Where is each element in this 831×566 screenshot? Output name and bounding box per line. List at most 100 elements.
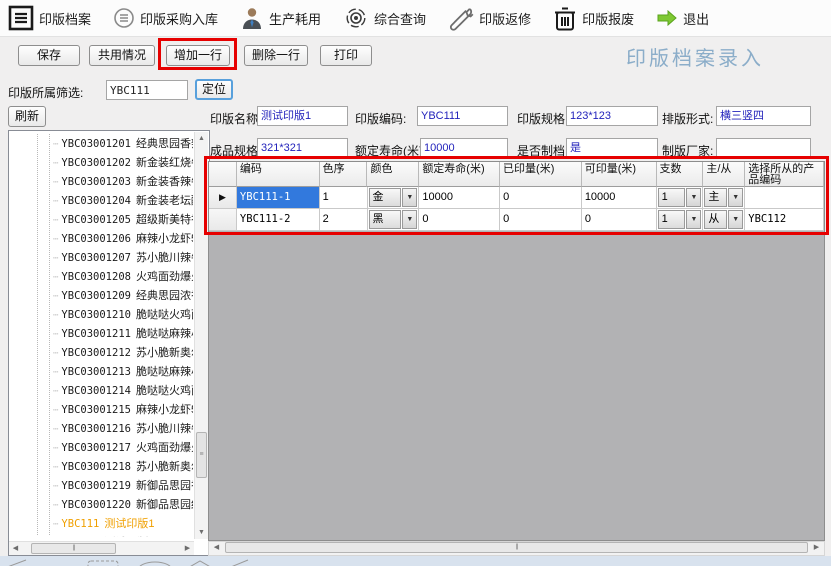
- scroll-left-icon[interactable]: ◀: [210, 541, 223, 554]
- tree-item-YBC03001205[interactable]: ┄YBC03001205超级斯美特香牛: [53, 211, 193, 230]
- cell-count-dropdown[interactable]: 1▼: [657, 209, 704, 231]
- field-label-rated-life: 额定寿命(米): [355, 142, 423, 159]
- tree-item-YBC112[interactable]: ┄YBC112测试印版2: [53, 534, 193, 537]
- dropdown-arrow-icon[interactable]: ▼: [728, 188, 743, 207]
- cell-color-dropdown[interactable]: 黑▼: [368, 209, 420, 231]
- shared-usage-button[interactable]: 共用情况: [89, 45, 155, 66]
- toolbar-item-plate-archive[interactable]: 印版档案: [8, 5, 91, 31]
- tree-item-YBC03001204[interactable]: ┄YBC03001204新金装老坛酸菜面: [53, 192, 193, 211]
- tree-item-YBC03001208[interactable]: ┄YBC03001208火鸡面劲爆火鸡5: [53, 268, 193, 287]
- cell-printed-meters[interactable]: 0: [500, 209, 582, 231]
- grid-column-header[interactable]: 支数: [657, 162, 704, 187]
- toolbar-item-comprehensive-query[interactable]: 综合查询: [343, 5, 426, 31]
- scroll-right-icon[interactable]: ▶: [181, 542, 194, 555]
- color-sequence-grid: 编码色序颜色额定寿命(米)已印量(米)可印量(米)支数主/从选择所从的产品编码 …: [208, 161, 825, 541]
- tree-item-YBC03001206[interactable]: ┄YBC03001206麻辣小龙虾55g: [53, 230, 193, 249]
- cell-ref-product-code[interactable]: [745, 187, 824, 209]
- toolbar-item-exit[interactable]: 退出: [656, 9, 709, 28]
- tree-item-YBC03001201[interactable]: ┄YBC03001201经典思园香辣牛肉: [53, 135, 193, 154]
- tree-item-name: 苏小脆新奥尔良鸡: [136, 347, 193, 359]
- tree-item-YBC03001219[interactable]: ┄YBC03001219新御品思园香辣牛: [53, 477, 193, 496]
- main-hscroll-thumb[interactable]: |||: [225, 542, 808, 553]
- tree-item-YBC03001214[interactable]: ┄YBC03001214脆哒哒火鸡面55g: [53, 382, 193, 401]
- toolbar-item-plate-repair[interactable]: 印版返修: [448, 5, 531, 31]
- dropdown-arrow-icon[interactable]: ▼: [686, 210, 701, 229]
- dropdown-arrow-icon[interactable]: ▼: [686, 188, 701, 207]
- tree-hscroll-thumb[interactable]: |||: [31, 543, 116, 554]
- cell-code[interactable]: YBC111-2: [237, 209, 320, 231]
- tree-item-name: 火鸡面劲爆火鸡5: [136, 442, 193, 454]
- cell-role-dropdown[interactable]: 主▼: [703, 187, 745, 209]
- tree-item-YBC03001216[interactable]: ┄YBC03001216苏小脆川辣牛肉5: [53, 420, 193, 439]
- tree-item-name: 麻辣小龙虾55g: [136, 233, 193, 245]
- cell-rated-life[interactable]: 10000: [419, 187, 500, 209]
- scroll-up-icon[interactable]: ▲: [195, 132, 208, 145]
- main-horizontal-scrollbar[interactable]: ◀ ||| ▶: [208, 541, 825, 556]
- grid-column-header[interactable]: 主/从: [703, 162, 745, 187]
- tree-item-YBC03001217[interactable]: ┄YBC03001217火鸡面劲爆火鸡5: [53, 439, 193, 458]
- plate-filter-input[interactable]: [106, 80, 188, 100]
- grid-body: ▶YBC111-11金▼100000100001▼主▼YBC111-22黑▼00…: [209, 187, 824, 231]
- tree-item-YBC03001203[interactable]: ┄YBC03001203新金装香辣牛肉面: [53, 173, 193, 192]
- tree-item-YBC03001207[interactable]: ┄YBC03001207苏小脆川辣牛肉5: [53, 249, 193, 268]
- scroll-down-icon[interactable]: ▼: [195, 526, 208, 539]
- tree-horizontal-scrollbar[interactable]: ◀ ||| ▶: [9, 541, 194, 555]
- cell-count-dropdown[interactable]: 1▼: [657, 187, 704, 209]
- cell-printable-meters[interactable]: 0: [582, 209, 657, 231]
- row-selector[interactable]: ▶: [209, 187, 237, 209]
- plate-name-field[interactable]: 测试印版1: [257, 106, 348, 126]
- grid-column-header[interactable]: 颜色: [367, 162, 419, 187]
- dropdown-arrow-icon[interactable]: ▼: [402, 210, 417, 229]
- tree-item-YBC03001220[interactable]: ┄YBC03001220新御品思园红烧牛: [53, 496, 193, 515]
- row-selector[interactable]: [209, 209, 237, 231]
- plate-maker-field[interactable]: [716, 138, 811, 158]
- grid-column-header[interactable]: 选择所从的产品编码: [745, 162, 824, 187]
- dropdown-arrow-icon[interactable]: ▼: [728, 210, 743, 229]
- tree-item-YBC03001212[interactable]: ┄YBC03001212苏小脆新奥尔良鸡: [53, 344, 193, 363]
- dropdown-arrow-icon[interactable]: ▼: [402, 188, 417, 207]
- grid-column-header[interactable]: 可印量(米): [582, 162, 657, 187]
- toolbar-item-plate-purchase-in[interactable]: 印版采购入库: [113, 7, 218, 29]
- save-button[interactable]: 保存: [18, 45, 80, 66]
- cell-printed-meters[interactable]: 0: [500, 187, 582, 209]
- cell-ref-product-code[interactable]: YBC112: [745, 209, 824, 231]
- tree-item-YBC03001218[interactable]: ┄YBC03001218苏小脆新奥尔良鸡: [53, 458, 193, 477]
- tree-item-YBC03001209[interactable]: ┄YBC03001209经典思园浓香排骨: [53, 287, 193, 306]
- toolbar-item-production-usage[interactable]: 生产耗用: [240, 6, 321, 30]
- tree-item-YBC03001210[interactable]: ┄YBC03001210脆哒哒火鸡面55g: [53, 306, 193, 325]
- layout-form-field[interactable]: 横三竖四: [716, 106, 811, 126]
- add-row-button[interactable]: 增加一行: [166, 45, 230, 66]
- cell-color-dropdown[interactable]: 金▼: [368, 187, 420, 209]
- cell-color-sequence[interactable]: 1: [320, 187, 368, 209]
- grid-column-header[interactable]: 额定寿命(米): [419, 162, 500, 187]
- tree-item-YBC03001213[interactable]: ┄YBC03001213脆哒哒麻辣小龙虾: [53, 363, 193, 382]
- field-label-product-spec: 成品规格:: [210, 142, 261, 159]
- plate-spec-field[interactable]: 123*123: [566, 106, 658, 126]
- plate-code-field[interactable]: YBC111: [417, 106, 508, 126]
- scroll-left-icon[interactable]: ◀: [9, 542, 22, 555]
- cell-rated-life[interactable]: 0: [419, 209, 500, 231]
- tree-item-YBC03001215[interactable]: ┄YBC03001215麻辣小龙虾55g15: [53, 401, 193, 420]
- cell-color-sequence[interactable]: 2: [320, 209, 368, 231]
- rated-life-field[interactable]: 10000: [420, 138, 508, 158]
- cell-code[interactable]: YBC111-1: [237, 187, 320, 209]
- grid-column-header[interactable]: 色序: [320, 162, 368, 187]
- grid-column-header[interactable]: 已印量(米): [500, 162, 582, 187]
- grid-column-header[interactable]: 编码: [237, 162, 320, 187]
- tree-item-YBC111[interactable]: ┄YBC111测试印版1: [53, 515, 193, 534]
- delete-row-button[interactable]: 删除一行: [244, 45, 308, 66]
- locate-button[interactable]: 定位: [195, 79, 233, 100]
- tree-vscroll-thumb[interactable]: ≡: [196, 432, 207, 478]
- cell-role-dropdown[interactable]: 从▼: [703, 209, 745, 231]
- grid-column-header[interactable]: [209, 162, 237, 187]
- toolbar-item-plate-scrap[interactable]: 印版报废: [553, 5, 634, 32]
- refresh-button[interactable]: 刷新: [8, 106, 46, 127]
- tree-vertical-scrollbar[interactable]: ▲ ≡ ▼: [194, 132, 208, 539]
- tree-item-YBC03001202[interactable]: ┄YBC03001202新金装红烧牛肉面: [53, 154, 193, 173]
- product-spec-field[interactable]: 321*321: [257, 138, 348, 158]
- cell-printable-meters[interactable]: 10000: [582, 187, 657, 209]
- print-button[interactable]: 打印: [320, 45, 372, 66]
- scroll-right-icon[interactable]: ▶: [810, 541, 823, 554]
- is-archived-field[interactable]: 是: [566, 138, 658, 158]
- tree-item-YBC03001211[interactable]: ┄YBC03001211脆哒哒麻辣小龙虾: [53, 325, 193, 344]
